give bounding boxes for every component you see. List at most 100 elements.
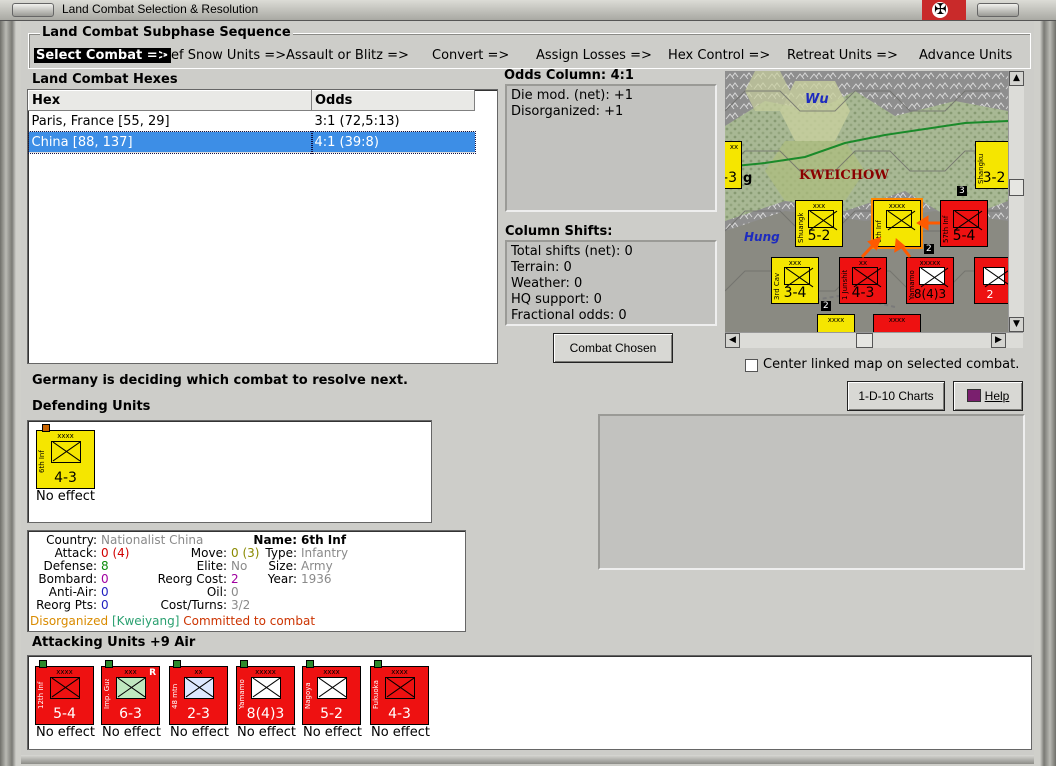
attacking-unit-effect: No effect (36, 725, 96, 740)
shift-hq-support: HQ support: 0 (511, 292, 602, 307)
scroll-up-icon[interactable]: ▲ (1009, 71, 1024, 86)
status-message: Germany is deciding which combat to reso… (32, 373, 408, 388)
unit-type-icon (317, 677, 347, 699)
year-value: 1936 (301, 572, 332, 586)
unit-type-icon (116, 677, 146, 699)
unit-strength: 5-4 (53, 706, 76, 722)
reorgcost-label: Reorg Cost: (157, 572, 227, 586)
col-header-odds[interactable]: Odds (311, 90, 475, 111)
odds-panel: Die mod. (net): +1 Disorganized: +1 (505, 84, 717, 212)
odds-cell[interactable]: 4:1 (39:8) (310, 130, 476, 154)
subphase-title: Land Combat Subphase Sequence (40, 25, 293, 40)
odds-line-disorganized: Disorganized: +1 (511, 104, 624, 119)
odds-line-die-mod: Die mod. (net): +1 (511, 88, 634, 103)
combat-chosen-button[interactable]: Combat Chosen (553, 333, 673, 363)
hex-cell[interactable]: Paris, France [55, 29] (28, 110, 312, 132)
shift-terrain: Terrain: 0 (511, 260, 572, 275)
step-assign-losses: Assign Losses => (536, 48, 652, 63)
attacking-unit-effect: No effect (303, 725, 363, 740)
unit-strength: 6-3 (119, 706, 142, 722)
name-value: 6th Inf (301, 533, 347, 547)
hexes-title: Land Combat Hexes (32, 72, 178, 87)
unit-name: 12th Inf (37, 681, 45, 709)
attacking-unit-counter[interactable]: xx 48 mtn 2-3 (169, 660, 228, 725)
defending-unit-effect: No effect (36, 489, 96, 504)
oil-value: 0 (231, 585, 239, 599)
unit-size: xxxx (56, 668, 73, 676)
attacking-unit-counter[interactable]: xxxx 12th Inf 5-4 (35, 660, 94, 725)
map-vertical-scrollbar[interactable]: ▲ ▼ (1008, 71, 1024, 332)
step-hex-control: Hex Control => (668, 48, 771, 63)
linked-map[interactable]: Wu KWEICHOW ang Hung xx -3 Shangkuo 3-2 … (725, 71, 1008, 332)
table-row-selected[interactable]: China [88, 137] 4:1 (39:8) (27, 130, 476, 154)
elite-label: Elite: (196, 559, 227, 573)
help-label: Help (984, 389, 1010, 403)
window-title: Land Combat Selection & Resolution (62, 2, 259, 16)
charts-button[interactable]: 1-D-10 Charts (847, 381, 945, 411)
scroll-right-icon[interactable]: ▶ (991, 333, 1006, 348)
scroll-thumb[interactable] (1009, 179, 1024, 196)
unit-size: xxxx (391, 668, 408, 676)
attacking-unit-counter[interactable]: xxxx Nagoya 5-2 (302, 660, 361, 725)
hexes-list: Hex Odds Paris, France [55, 29] 3:1 (72,… (27, 89, 498, 364)
unit-status-line: Disorganized [Kweiyang] Committed to com… (30, 614, 316, 628)
attack-arrows-icon (860, 215, 940, 259)
attacking-unit-counter[interactable]: xxxxx Yamamoto 8(4)3 (236, 660, 295, 725)
bottom-frame (21, 755, 1034, 764)
costturns-label: Cost/Turns: (160, 598, 227, 612)
name-label: Name: (253, 533, 297, 547)
unit-marker (173, 660, 181, 668)
shifts-title: Column Shifts: (505, 224, 613, 239)
attacking-unit-effect: No effect (102, 725, 162, 740)
attacking-unit-counter[interactable]: xxx Imp. Guard 6-3 R (101, 660, 160, 725)
german-flag-icon (922, 0, 966, 20)
type-value: Infantry (301, 546, 349, 560)
unit-corner-flag: R (149, 668, 156, 678)
attacking-unit-effect: No effect (371, 725, 431, 740)
title-bar: Land Combat Selection & Resolution (0, 0, 1056, 21)
reorgpts-label: Reorg Pts: (36, 598, 97, 612)
antiair-label: Anti-Air: (48, 585, 97, 599)
hex-cell[interactable]: China [88, 137] (27, 130, 313, 154)
unit-marker (374, 660, 382, 668)
attacking-unit-counter[interactable]: xxxx Fukuoka 4-3 (370, 660, 429, 725)
scroll-left-icon[interactable]: ◀ (725, 333, 740, 348)
title-grip-right[interactable] (977, 3, 1019, 17)
attacking-unit-effect: No effect (170, 725, 230, 740)
reorgpts-value: 0 (101, 598, 109, 612)
unit-name: Yamamoto (238, 679, 246, 709)
type-label: Type: (265, 546, 297, 560)
step-advance-units: Advance Units (919, 48, 1013, 63)
unit-marker (39, 660, 47, 668)
unit-type-icon (184, 677, 214, 699)
year-label: Year: (267, 572, 297, 586)
country-label: Country: (46, 533, 97, 547)
scroll-down-icon[interactable]: ▼ (1009, 317, 1024, 332)
odds-title: Odds Column: 4:1 (504, 68, 634, 83)
center-linked-checkbox[interactable] (745, 359, 758, 372)
map-horizontal-scrollbar[interactable]: ◀ ▶ (725, 332, 1023, 348)
table-row[interactable]: Paris, France [55, 29] 3:1 (72,5:13) (28, 110, 475, 132)
defending-unit-counter[interactable]: xxxx 6th Inf 4-3 (36, 424, 95, 489)
step-retreat-units: Retreat Units => (787, 48, 898, 63)
unit-marker (42, 424, 50, 432)
unit-strength: 2-3 (187, 706, 210, 722)
defending-title: Defending Units (32, 399, 151, 414)
help-button[interactable]: Help (953, 381, 1023, 411)
shift-total: Total shifts (net): 0 (511, 244, 633, 259)
unit-name: Fukuoka (372, 680, 380, 709)
scroll-thumb[interactable] (856, 333, 873, 348)
unit-name: Imp. Guard (103, 679, 111, 709)
step-select-combat[interactable]: Select Combat => (34, 48, 171, 63)
book-icon (966, 389, 981, 402)
col-header-hex[interactable]: Hex (28, 90, 312, 111)
antiair-value: 0 (101, 585, 109, 599)
move-label: Move: (190, 546, 227, 560)
odds-cell[interactable]: 3:1 (72,5:13) (311, 110, 475, 132)
size-label: Size: (268, 559, 297, 573)
unit-marker (306, 660, 314, 668)
shift-weather: Weather: 0 (511, 276, 583, 291)
hexes-table: Hex Odds Paris, France [55, 29] 3:1 (72,… (27, 90, 476, 154)
title-grip-left[interactable] (12, 3, 54, 17)
unit-size: xxxx (323, 668, 340, 676)
